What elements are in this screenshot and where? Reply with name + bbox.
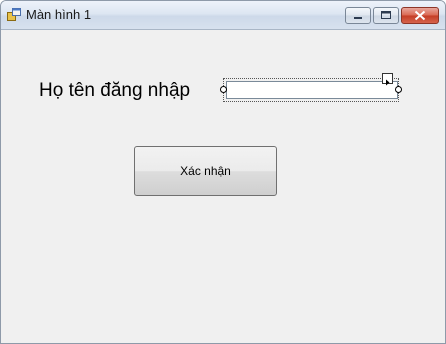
resize-handle-right[interactable] [395,86,402,93]
main-window: Màn hình 1 Họ tên đăng nhập Xác nhận [0,0,446,344]
title-bar[interactable]: Màn hình 1 [1,1,445,30]
window-title: Màn hình 1 [26,7,92,22]
resize-handle-left[interactable] [220,86,227,93]
minimize-icon [354,17,362,19]
confirm-button[interactable]: Xác nhận [134,146,277,196]
login-name-input[interactable] [226,81,398,99]
login-name-label: Họ tên đăng nhập [39,80,191,101]
smart-tag-arrow-icon[interactable] [382,73,393,86]
minimize-button[interactable] [345,7,371,24]
form-client-area: Họ tên đăng nhập Xác nhận [1,30,445,343]
maximize-icon [381,11,391,19]
app-icon[interactable] [7,8,21,21]
close-button[interactable] [401,7,439,24]
login-input-selection [220,73,402,102]
close-icon [414,10,426,21]
caption-buttons [343,7,439,24]
maximize-button[interactable] [373,7,399,24]
